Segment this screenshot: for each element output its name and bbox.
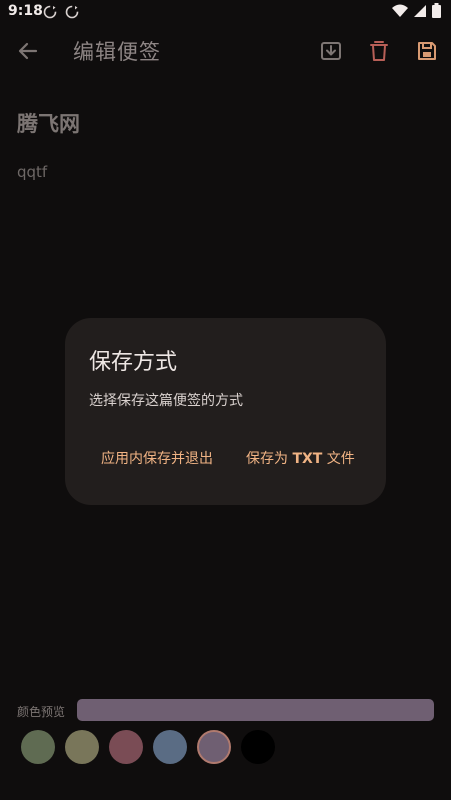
save-dialog: 保存方式 选择保存这篇便签的方式 应用内保存并退出 保存为 TXT 文件 xyxy=(65,318,386,505)
save-as-txt-format: TXT xyxy=(292,451,323,467)
dialog-message: 选择保存这篇便签的方式 xyxy=(89,393,243,409)
note-body[interactable]: qqtf xyxy=(17,163,47,181)
color-preview-label: 颜色预览 xyxy=(17,705,66,719)
status-bar: 9:18 xyxy=(0,0,451,24)
arrow-back-icon xyxy=(17,40,39,66)
wifi-icon xyxy=(392,3,408,22)
status-left-icons xyxy=(42,4,80,24)
note-title[interactable]: 腾飞网 xyxy=(17,108,80,138)
page-title: 编辑便签 xyxy=(73,40,161,64)
dialog-title: 保存方式 xyxy=(89,350,178,375)
save-as-txt-suffix: 文件 xyxy=(322,451,355,467)
delete-button[interactable] xyxy=(364,38,394,68)
color-swatch-green[interactable] xyxy=(21,730,55,764)
color-preview-bar xyxy=(77,699,434,721)
save-as-txt-prefix: 保存为 xyxy=(246,451,293,467)
sync-icon xyxy=(64,4,80,24)
color-swatch-olive[interactable] xyxy=(65,730,99,764)
status-time: 9:18 xyxy=(8,3,43,19)
color-swatch-rose[interactable] xyxy=(109,730,143,764)
color-swatch-blue[interactable] xyxy=(153,730,187,764)
color-swatch-purple[interactable] xyxy=(197,730,231,764)
status-right-icons xyxy=(392,3,441,22)
back-button[interactable] xyxy=(14,39,42,67)
save-button[interactable] xyxy=(412,38,442,68)
signal-icon xyxy=(414,3,426,22)
app-bar: 编辑便签 xyxy=(0,24,451,80)
color-swatch-black[interactable] xyxy=(241,730,275,764)
save-in-app-button[interactable]: 应用内保存并退出 xyxy=(101,448,213,468)
import-button[interactable] xyxy=(316,38,346,68)
battery-icon xyxy=(432,3,441,22)
sync-icon xyxy=(42,4,58,24)
save-icon xyxy=(416,40,438,66)
delete-icon xyxy=(368,40,390,66)
import-icon xyxy=(320,40,342,66)
save-as-txt-button[interactable]: 保存为 TXT 文件 xyxy=(246,448,355,468)
